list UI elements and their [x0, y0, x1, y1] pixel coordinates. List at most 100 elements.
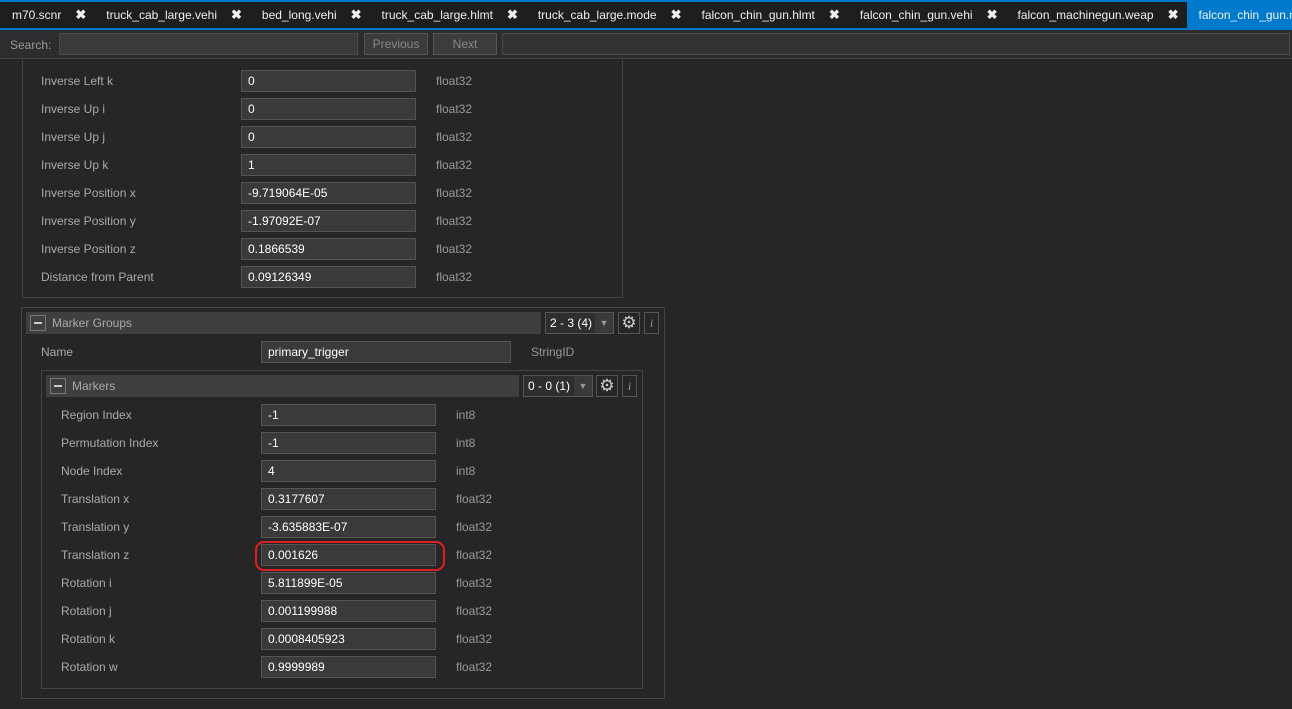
- tab-label: truck_cab_large.hlmt: [381, 8, 493, 22]
- name-input[interactable]: primary_trigger: [261, 341, 511, 363]
- field-label: Translation x: [61, 492, 130, 506]
- tab-label: falcon_machinegun.weap: [1017, 8, 1154, 22]
- field-label: Name: [41, 345, 74, 359]
- field-type: int8: [456, 436, 476, 450]
- tab-3[interactable]: truck_cab_large.hlmt ✖: [370, 2, 526, 28]
- markers-title: Markers: [72, 379, 116, 393]
- gear-icon[interactable]: ⚙: [596, 375, 618, 397]
- tab-label: m70.scnr: [12, 8, 62, 22]
- field-label: Inverse Position z: [41, 242, 136, 256]
- markers-header[interactable]: Markers: [46, 375, 519, 397]
- field-input[interactable]: 0.1866539: [241, 238, 416, 260]
- search-label: Search:: [10, 38, 52, 52]
- field-input[interactable]: 0: [241, 126, 416, 148]
- search-bar: Search: Previous Next: [0, 30, 1292, 59]
- tab-label: truck_cab_large.vehi: [106, 8, 217, 22]
- field-type: int8: [456, 408, 476, 422]
- tab-label: truck_cab_large.mode: [537, 8, 657, 22]
- field-input[interactable]: 0.3177607: [261, 488, 436, 510]
- field-row: Inverse Up j 0 float32: [41, 126, 501, 148]
- marker-groups-title: Marker Groups: [52, 316, 133, 330]
- markers-range-dropdown[interactable]: 0 - 0 (1) ▼: [523, 375, 593, 397]
- field-row: Inverse Up k 1 float32: [41, 154, 501, 176]
- tab-8[interactable]: falcon_chin_gun.mode✖: [1186, 2, 1292, 28]
- field-input[interactable]: 0: [241, 70, 416, 92]
- field-input[interactable]: -1: [261, 404, 436, 426]
- previous-button[interactable]: Previous: [364, 33, 428, 55]
- field-label: Inverse Up i: [41, 102, 106, 116]
- field-label: Inverse Position x: [41, 186, 136, 200]
- field-label: Translation z: [61, 548, 130, 562]
- marker-groups-header[interactable]: Marker Groups: [26, 312, 541, 334]
- range-value: 2 - 3 (4): [550, 316, 593, 330]
- field-type: float32: [456, 632, 493, 646]
- field-input[interactable]: 0.09126349: [241, 266, 416, 288]
- highlight-annotation: [255, 541, 445, 571]
- close-icon[interactable]: ✖: [987, 7, 998, 23]
- tab-0[interactable]: m70.scnr ✖: [0, 2, 94, 28]
- tab-5[interactable]: falcon_chin_gun.hlmt ✖: [689, 2, 847, 28]
- field-input[interactable]: 0: [241, 98, 416, 120]
- tab-6[interactable]: falcon_chin_gun.vehi ✖: [848, 2, 1006, 28]
- field-type: float32: [436, 270, 473, 284]
- field-row: Rotation k 0.0008405923 float32: [61, 628, 521, 650]
- field-type: float32: [436, 74, 473, 88]
- search-input[interactable]: [59, 33, 358, 55]
- close-icon[interactable]: ✖: [75, 7, 86, 23]
- gear-icon[interactable]: ⚙: [618, 312, 640, 334]
- field-input[interactable]: 0.001199988: [261, 600, 436, 622]
- field-label: Distance from Parent: [41, 270, 154, 284]
- tab-7[interactable]: falcon_machinegun.weap ✖: [1005, 2, 1186, 28]
- field-input[interactable]: 1: [241, 154, 416, 176]
- field-input[interactable]: -1.97092E-07: [241, 210, 416, 232]
- field-input[interactable]: 5.811899E-05: [261, 572, 436, 594]
- field-type: float32: [456, 576, 493, 590]
- field-type: float32: [436, 242, 473, 256]
- close-icon[interactable]: ✖: [671, 7, 682, 23]
- field-row: Region Index -1 int8: [61, 404, 521, 426]
- field-input[interactable]: 4: [261, 460, 436, 482]
- tab-bar: m70.scnr ✖ truck_cab_large.vehi ✖ bed_long.v…: [0, 0, 1292, 30]
- field-type: float32: [456, 492, 493, 506]
- field-type: float32: [456, 660, 493, 674]
- field-label: Rotation i: [61, 576, 112, 590]
- close-icon[interactable]: ✖: [351, 7, 362, 23]
- field-row: Node Index 4 int8: [61, 460, 521, 482]
- field-type: float32: [436, 102, 473, 116]
- field-input[interactable]: -1: [261, 432, 436, 454]
- field-label: Rotation w: [61, 660, 118, 674]
- info-icon[interactable]: i: [644, 312, 659, 334]
- field-label: Region Index: [61, 408, 132, 422]
- field-type: float32: [436, 158, 473, 172]
- field-label: Inverse Position y: [41, 214, 136, 228]
- close-icon[interactable]: ✖: [1168, 7, 1179, 23]
- field-input[interactable]: -3.635883E-07: [261, 516, 436, 538]
- tab-label: bed_long.vehi: [261, 8, 337, 22]
- field-row: Inverse Left k 0 float32: [41, 70, 501, 92]
- field-row: Rotation j 0.001199988 float32: [61, 600, 521, 622]
- field-type: float32: [436, 186, 473, 200]
- close-icon[interactable]: ✖: [231, 7, 242, 23]
- field-label: Rotation k: [61, 632, 116, 646]
- tab-4[interactable]: truck_cab_large.mode ✖: [526, 2, 690, 28]
- chevron-down-icon: ▼: [574, 376, 592, 396]
- field-type: float32: [456, 604, 493, 618]
- field-input[interactable]: -9.719064E-05: [241, 182, 416, 204]
- field-label: Rotation j: [61, 604, 112, 618]
- tab-1[interactable]: truck_cab_large.vehi ✖: [94, 2, 250, 28]
- collapse-icon[interactable]: [30, 315, 46, 331]
- tab-2[interactable]: bed_long.vehi ✖: [250, 2, 370, 28]
- field-row: Inverse Position y -1.97092E-07 float32: [41, 210, 501, 232]
- field-label: Node Index: [61, 464, 123, 478]
- close-icon[interactable]: ✖: [829, 7, 840, 23]
- field-input[interactable]: 0.0008405923: [261, 628, 436, 650]
- close-icon[interactable]: ✖: [507, 7, 518, 23]
- next-button[interactable]: Next: [433, 33, 497, 55]
- collapse-icon[interactable]: [50, 378, 66, 394]
- marker-groups-range-dropdown[interactable]: 2 - 3 (4) ▼: [545, 312, 614, 334]
- field-label: Inverse Up k: [41, 158, 109, 172]
- field-row: Inverse Position x -9.719064E-05 float32: [41, 182, 501, 204]
- field-input[interactable]: 0.9999989: [261, 656, 436, 678]
- field-row: Inverse Up i 0 float32: [41, 98, 501, 120]
- info-icon[interactable]: i: [622, 375, 637, 397]
